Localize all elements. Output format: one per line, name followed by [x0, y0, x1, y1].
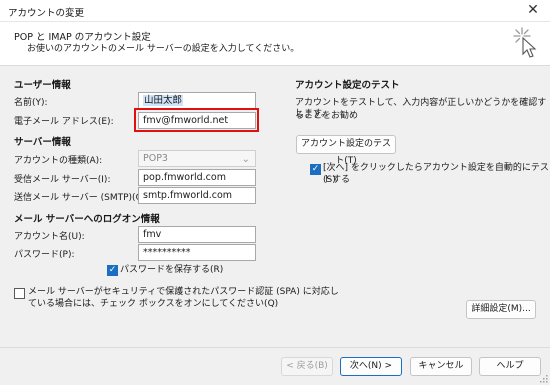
spa-checkbox[interactable]: [14, 288, 25, 299]
dialog-header: POP と IMAP のアカウント設定 お使いのアカウントのメール サーバーの設…: [0, 22, 550, 66]
test-settings-heading: アカウント設定のテスト: [295, 80, 400, 91]
next-button[interactable]: 次へ(N) >: [340, 357, 402, 376]
password-label: パスワード(P):: [14, 250, 75, 260]
name-label: 名前(Y):: [14, 98, 48, 108]
incoming-server-label: 受信メール サーバー(I):: [14, 175, 111, 185]
cancel-button[interactable]: キャンセル: [410, 357, 472, 376]
email-highlight-frame: [134, 108, 259, 132]
logon-info-heading: メール サーバーへのログオン情報: [14, 214, 160, 225]
incoming-server-field[interactable]: pop.fmworld.com: [138, 169, 256, 186]
save-password-checkbox[interactable]: ✓: [107, 265, 118, 276]
name-field[interactable]: 山田太郎: [138, 92, 256, 109]
spa-label-line1: メール サーバーがセキュリティで保護されたパスワード認証 (SPA) に対応し: [28, 287, 339, 297]
window-title: アカウントの変更: [8, 8, 85, 19]
account-name-label: アカウント名(U):: [14, 232, 85, 242]
test-description-line2: します。: [295, 109, 331, 119]
user-info-heading: ユーザー情報: [14, 80, 71, 91]
resize-grip-icon[interactable]: [539, 374, 548, 383]
server-info-heading: サーバー情報: [14, 137, 71, 148]
test-account-settings-button[interactable]: アカウント設定のテスト(T): [296, 135, 396, 166]
account-type-label: アカウントの種類(A):: [14, 156, 103, 166]
save-password-label: パスワードを保存する(R): [120, 265, 224, 275]
back-button[interactable]: < 戻る(B): [281, 357, 333, 376]
auto-test-checkbox[interactable]: ✓: [310, 164, 321, 175]
auto-test-label-line2: (S): [323, 175, 336, 185]
outgoing-server-field[interactable]: smtp.fmworld.com: [138, 187, 256, 204]
outgoing-server-label: 送信メール サーバー (SMTP)(O):: [14, 193, 150, 203]
title-bar: アカウントの変更 ✕: [0, 0, 550, 22]
sparkle-cursor-icon: [513, 27, 537, 58]
account-type-select: POP3 ⌄: [138, 150, 256, 167]
email-label: 電子メール アドレス(E):: [14, 117, 114, 127]
test-description-line1: アカウントをテストして、入力内容が正しいかどうかを確認することをお勧め: [295, 98, 547, 121]
spa-label-line2: ている場合には、チェック ボックスをオンにしてください(Q): [28, 299, 279, 309]
more-settings-button[interactable]: 詳細設定(M)...: [466, 300, 536, 319]
header-subtitle: お使いのアカウントのメール サーバーの設定を入力してください。: [27, 44, 300, 54]
account-type-value: POP3: [143, 153, 168, 164]
auto-test-label-line1: [次へ] をクリックしたらアカウント設定を自動的にテストする: [323, 163, 549, 185]
close-icon[interactable]: ✕: [516, 0, 550, 22]
name-value: 山田太郎: [143, 95, 184, 106]
footer-divider: [0, 347, 550, 348]
chevron-down-icon: ⌄: [241, 154, 250, 165]
password-field[interactable]: **********: [138, 244, 256, 261]
help-button[interactable]: ヘルプ: [479, 357, 541, 376]
account-name-field[interactable]: fmv: [138, 226, 256, 243]
